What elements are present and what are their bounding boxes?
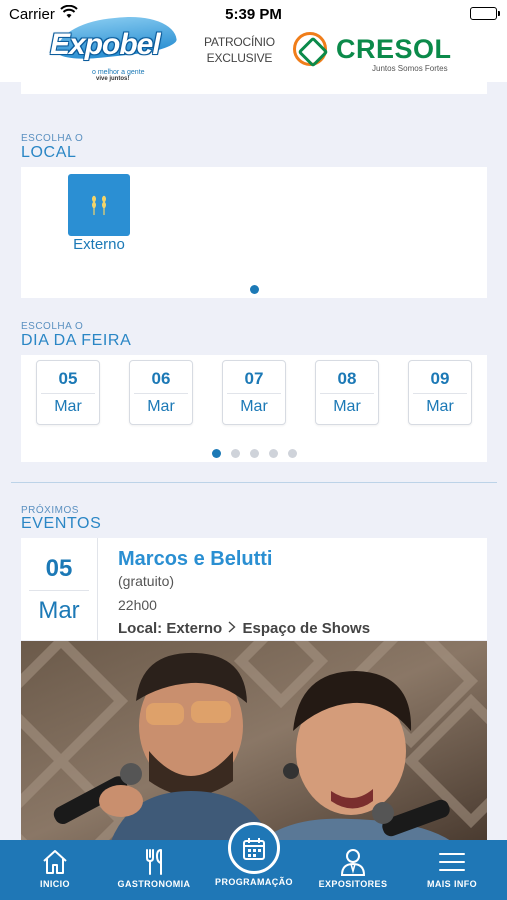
exhibitor-icon: [340, 849, 366, 876]
day-option-08[interactable]: 08 Mar: [315, 360, 379, 425]
day-month: Mar: [426, 398, 454, 415]
event-title[interactable]: Marcos e Belutti: [118, 548, 272, 571]
day-number: 06: [151, 369, 171, 388]
page-dot[interactable]: [249, 449, 259, 458]
page-dot[interactable]: [249, 285, 259, 294]
tab-label: MAIS INFO: [426, 879, 478, 889]
event-card[interactable]: 05 Mar Marcos e Belutti (gratuito) 22h00…: [21, 538, 487, 640]
page-dot[interactable]: [211, 449, 221, 458]
local-section-kicker: ESCOLHA O: [21, 133, 84, 144]
days-page-indicator: [21, 445, 487, 463]
day-number: 05: [58, 369, 78, 388]
event-venue: Espaço de Shows: [242, 620, 371, 637]
sponsor-caption-line-1: PATROCÍNIO: [204, 35, 275, 49]
tab-expositores[interactable]: EXPOSITORES: [303, 840, 403, 900]
home-icon: [43, 850, 67, 874]
tab-label: PROGRAMAÇÃO: [215, 877, 293, 887]
sponsor-tagline: Juntos Somos Fortes: [372, 64, 448, 73]
day-number: 07: [244, 369, 264, 388]
event-day: 05: [45, 555, 73, 582]
logo-tagline-2: vive juntos!: [96, 76, 130, 82]
tab-mais-info[interactable]: MAIS INFO: [402, 840, 502, 900]
page-dot[interactable]: [287, 449, 297, 458]
day-selector: 05 Mar 06 Mar 07 Mar 08 Mar 09 Mar: [21, 355, 487, 462]
tab-gastronomia[interactable]: GASTRONOMIA: [104, 840, 204, 900]
menu-icon: [439, 853, 465, 871]
section-divider: [11, 482, 497, 483]
cutlery-icon: [146, 849, 162, 875]
event-location: Local: Externo Espaço de Shows: [118, 620, 370, 637]
day-option-06[interactable]: 06 Mar: [129, 360, 193, 425]
event-month: Mar: [38, 597, 80, 624]
page-dot[interactable]: [230, 449, 240, 458]
tab-label: INICIO: [40, 879, 70, 889]
local-section-title: LOCAL: [21, 144, 77, 161]
app-header: Expobel o melhor a gente vive juntos! PA…: [0, 11, 507, 82]
day-option-09[interactable]: 09 Mar: [408, 360, 472, 425]
logo-tagline: o melhor a gente: [92, 69, 145, 76]
logo-wordmark: Expobel: [50, 28, 161, 61]
bottom-tab-bar: INICIO GASTRONOMIA PROGRAMAÇÃO EXPOSITOR…: [0, 822, 507, 900]
local-page-indicator: [21, 281, 487, 299]
local-option-externo[interactable]: [68, 174, 130, 236]
tab-label: GASTRONOMIA: [117, 879, 191, 889]
day-number: 08: [337, 369, 357, 388]
sponsor-name: CRESOL: [336, 34, 452, 64]
cresol-logo-icon: [293, 32, 327, 66]
battery-icon: [470, 7, 500, 20]
calendar-icon: [243, 838, 265, 860]
event-price-note: (gratuito): [118, 573, 175, 589]
days-section-kicker: ESCOLHA O: [21, 321, 84, 332]
expobel-logo[interactable]: Expobel o melhor a gente vive juntos!: [48, 11, 178, 84]
days-section-title: DIA DA FEIRA: [21, 332, 132, 349]
day-month: Mar: [240, 398, 268, 415]
event-time: 22h00: [118, 597, 157, 613]
events-section-title: EVENTOS: [21, 515, 102, 532]
day-month: Mar: [147, 398, 175, 415]
event-date: 05 Mar: [21, 538, 98, 640]
chevron-right-icon: [228, 620, 240, 637]
tab-programacao[interactable]: PROGRAMAÇÃO: [204, 822, 304, 900]
sponsor-caption-line-2: EXCLUSIVE: [206, 51, 273, 65]
page-dot[interactable]: [268, 449, 278, 458]
day-option-07[interactable]: 07 Mar: [222, 360, 286, 425]
day-month: Mar: [333, 398, 361, 415]
tab-inicio[interactable]: INICIO: [5, 840, 105, 900]
local-option-label[interactable]: Externo: [66, 236, 132, 253]
day-option-05[interactable]: 05 Mar: [36, 360, 100, 425]
day-month: Mar: [54, 398, 82, 415]
wheat-icon: [87, 193, 111, 222]
sponsor-caption: PATROCÍNIO EXCLUSIVE: [204, 34, 275, 66]
local-selector: Externo: [21, 167, 487, 298]
day-number: 09: [430, 369, 450, 388]
tab-active-bubble: [228, 822, 280, 874]
tab-label: EXPOSITORES: [318, 879, 388, 889]
event-location-label: Local: Externo: [118, 620, 223, 637]
event-photo[interactable]: [21, 641, 487, 841]
